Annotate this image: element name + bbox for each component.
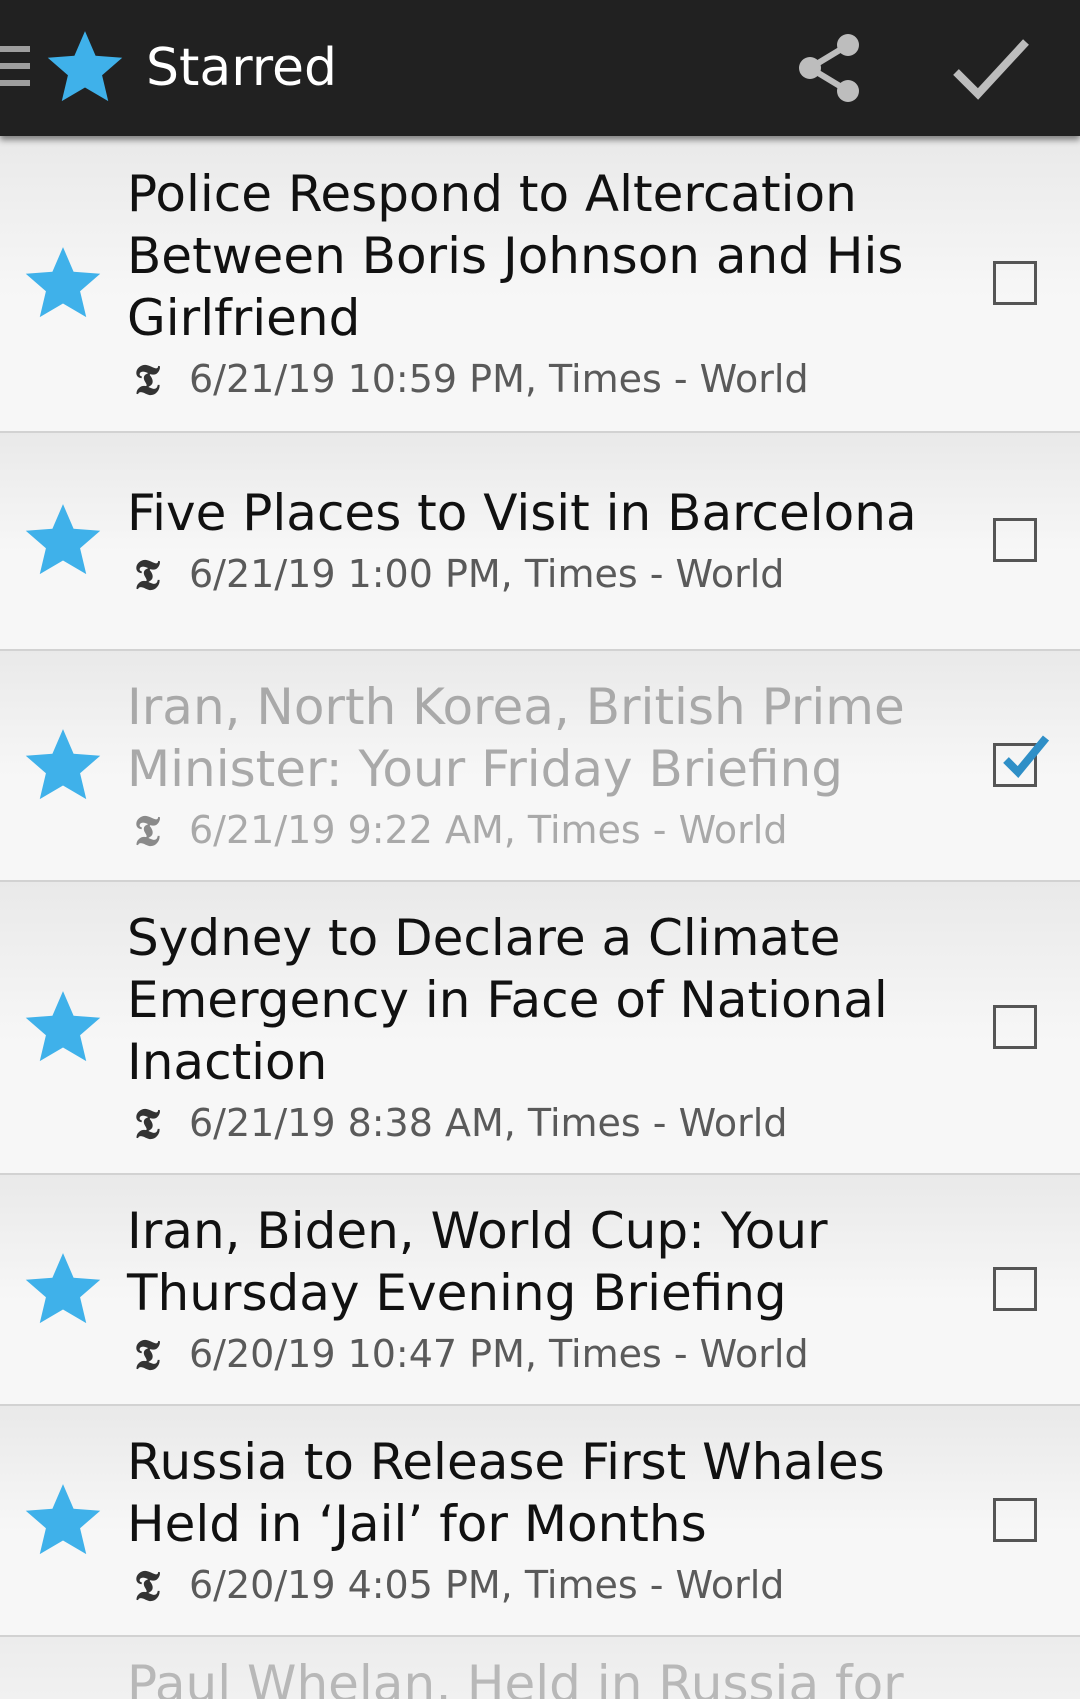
article-title-line: Held in ‘Jail’ for Months [127,1495,707,1553]
hamburger-menu-icon[interactable] [0,46,30,90]
article-date-source: 6/20/19 4:05 PM, Times - World [189,1563,785,1607]
checkbox[interactable] [993,261,1037,305]
nyt-logo-icon: 𝕿 [134,355,160,404]
article-meta: 𝕿 6/20/19 10:47 PM, Times - World [127,1330,927,1379]
nyt-logo-icon: 𝕿 [134,806,160,855]
checkbox[interactable] [993,1005,1037,1049]
checkbox[interactable] [993,1498,1037,1542]
star-icon[interactable] [22,1479,104,1561]
article-date-source: 6/21/19 10:59 PM, Times - World [189,357,809,401]
article-date-source: 6/21/19 1:00 PM, Times - World [189,552,785,596]
nyt-logo-icon: 𝕿 [134,550,160,599]
nyt-logo-icon: 𝕿 [134,1330,160,1379]
checkmark-icon[interactable] [950,30,1032,106]
article-title-line: Iran, North Korea, British Prime [127,678,905,736]
list-item[interactable]: Russia to Release First Whales Held in ‘J… [0,1406,1080,1637]
article-title-line: Iran, Biden, World Cup: Your [127,1202,828,1260]
article-meta: 𝕿 6/21/19 8:38 AM, Times - World [127,1099,927,1148]
article-title-line: Inaction [127,1033,328,1091]
action-bar: Starred [0,0,1080,136]
nyt-logo-icon: 𝕿 [134,1561,160,1610]
article-text: Sydney to Declare a Climate Emergency in … [127,907,927,1148]
article-title-line: Girlfriend [127,289,361,347]
list-item[interactable]: Police Respond to Altercation Between Bor… [0,136,1080,433]
star-icon[interactable] [22,724,104,806]
check-tick-icon [1003,735,1050,778]
article-text: Russia to Release First Whales Held in ‘J… [127,1431,927,1610]
checkbox[interactable] [993,1267,1037,1311]
list-item[interactable]: Iran, Biden, World Cup: Your Thursday Eve… [0,1175,1080,1406]
article-meta: 𝕿 6/21/19 10:59 PM, Times - World [127,355,927,404]
article-text: Iran, North Korea, British Prime Minister… [127,676,927,855]
nyt-logo-icon: 𝕿 [134,1099,160,1148]
article-text: Five Places to Visit in Barcelona 𝕿 6/21/1… [127,482,927,599]
article-date-source: 6/21/19 8:38 AM, Times - World [189,1101,788,1145]
article-date-source: 6/20/19 10:47 PM, Times - World [189,1332,809,1376]
star-icon[interactable] [22,986,104,1068]
article-list: Police Respond to Altercation Between Bor… [0,136,1080,1699]
star-icon[interactable] [22,1248,104,1330]
article-date-source: 6/21/19 9:22 AM, Times - World [189,808,788,852]
article-text: Police Respond to Altercation Between Bor… [127,163,927,404]
list-item[interactable]: Five Places to Visit in Barcelona 𝕿 6/21/1… [0,433,1080,651]
article-title-line: Between Boris Johnson and His [127,227,904,285]
list-item[interactable]: Paul Whelan, Held in Russia for [0,1637,1080,1699]
page-title: Starred [146,38,337,98]
article-title-line: Emergency in Face of National [127,971,888,1029]
checkbox-checked[interactable] [993,735,1050,787]
article-title-line: Police Respond to Altercation [127,165,857,223]
star-icon[interactable] [44,26,126,108]
star-icon[interactable] [22,499,104,581]
article-title-line: Thursday Evening Briefing [127,1264,787,1322]
list-item[interactable]: Sydney to Declare a Climate Emergency in … [0,882,1080,1175]
article-text: Paul Whelan, Held in Russia for [127,1653,927,1699]
checkbox[interactable] [993,518,1037,562]
article-title-line: Sydney to Declare a Climate [127,909,841,967]
star-icon[interactable] [22,242,104,324]
list-item[interactable]: Iran, North Korea, British Prime Minister… [0,651,1080,882]
article-title-line: Russia to Release First Whales [127,1433,885,1491]
share-icon[interactable] [790,28,870,108]
article-meta: 𝕿 6/21/19 1:00 PM, Times - World [127,550,927,599]
article-meta: 𝕿 6/21/19 9:22 AM, Times - World [127,806,927,855]
article-meta: 𝕿 6/20/19 4:05 PM, Times - World [127,1561,927,1610]
article-title-line: Paul Whelan, Held in Russia for [127,1655,904,1699]
article-text: Iran, Biden, World Cup: Your Thursday Eve… [127,1200,927,1379]
article-title-line: Five Places to Visit in Barcelona [127,484,917,542]
article-title-line: Minister: Your Friday Briefing [127,740,843,798]
